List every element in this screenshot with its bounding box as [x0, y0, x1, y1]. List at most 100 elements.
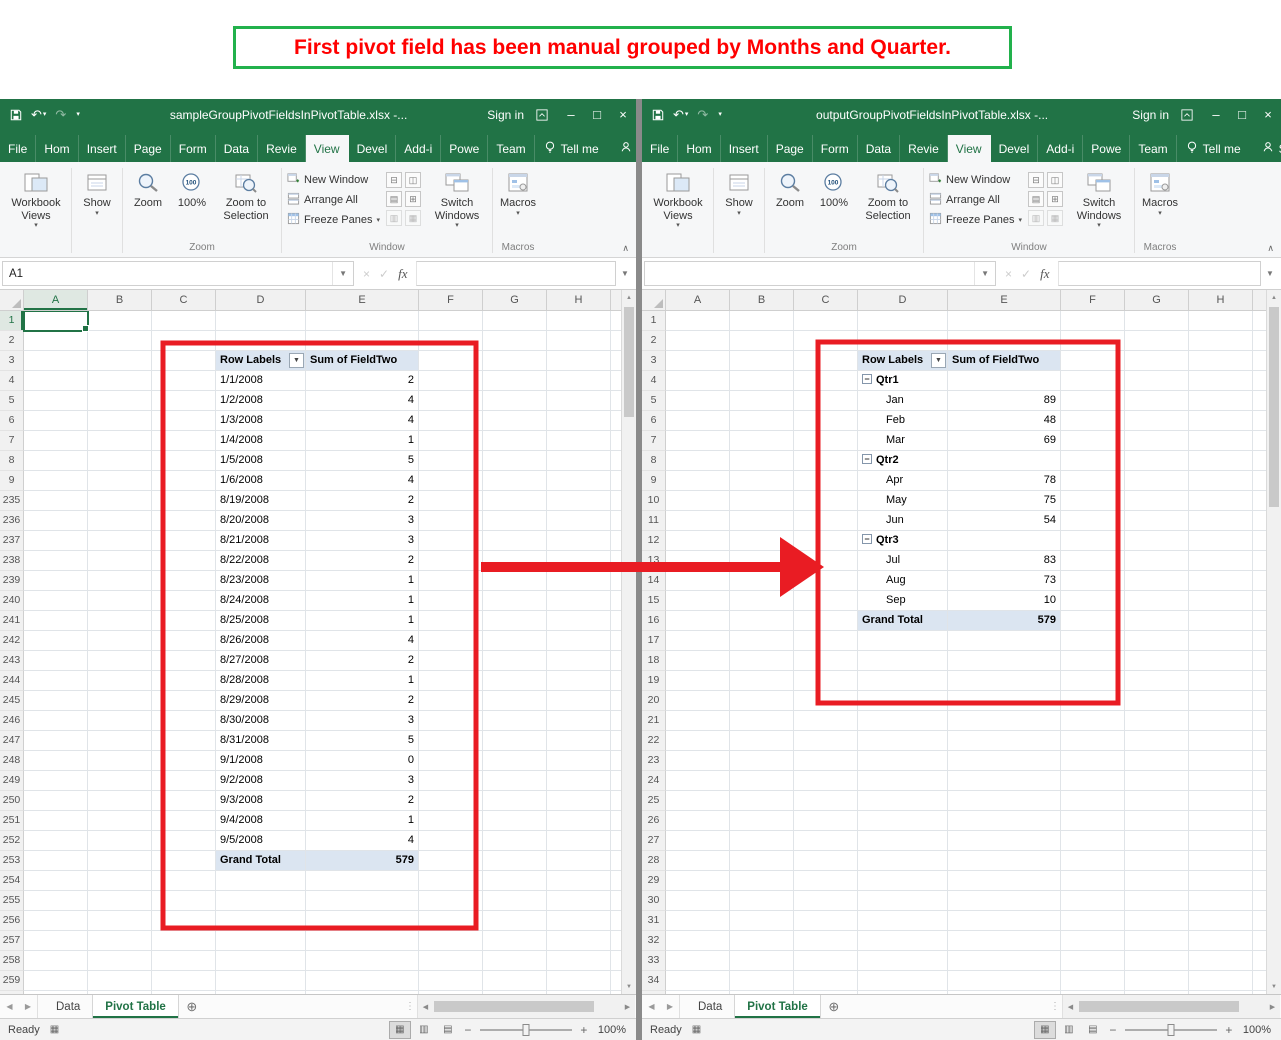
- cell-D25[interactable]: [858, 791, 948, 811]
- cell-A14[interactable]: [666, 571, 730, 591]
- cell-C33[interactable]: [794, 951, 858, 971]
- cell-C255[interactable]: [152, 891, 216, 911]
- cell-E239[interactable]: 1: [306, 571, 419, 591]
- tell-me-box[interactable]: Tell me: [535, 135, 608, 162]
- cell-C248[interactable]: [152, 751, 216, 771]
- cell-B7[interactable]: [730, 431, 794, 451]
- cell-H31[interactable]: [1189, 911, 1253, 931]
- maximize-button[interactable]: □: [1229, 107, 1255, 122]
- cell-B251[interactable]: [88, 811, 152, 831]
- switch-windows-button[interactable]: Switch Windows▾: [425, 166, 489, 241]
- cell-F237[interactable]: [419, 531, 483, 551]
- cell-F260[interactable]: [419, 991, 483, 994]
- cell-E35[interactable]: [948, 991, 1061, 994]
- cell-B4[interactable]: [730, 371, 794, 391]
- new-sheet-button[interactable]: ⊕: [821, 995, 847, 1018]
- page-break-view-icon[interactable]: ▤: [1082, 1021, 1104, 1039]
- row-header-26[interactable]: 26: [642, 811, 666, 831]
- cell-H2[interactable]: [1189, 331, 1253, 351]
- cell-A244[interactable]: [24, 671, 88, 691]
- cell-D24[interactable]: [858, 771, 948, 791]
- cell-G20[interactable]: [1125, 691, 1189, 711]
- zoom-to-selection-button[interactable]: Zoom to Selection: [214, 166, 278, 241]
- cell-G5[interactable]: [1125, 391, 1189, 411]
- cell-F16[interactable]: [1061, 611, 1125, 631]
- cell-E24[interactable]: [948, 771, 1061, 791]
- cell-D7[interactable]: 1/4/2008: [216, 431, 306, 451]
- cell-B27[interactable]: [730, 831, 794, 851]
- sheet-tab-data[interactable]: Data: [686, 995, 735, 1018]
- cell-F4[interactable]: [419, 371, 483, 391]
- cell-F2[interactable]: [1061, 331, 1125, 351]
- column-header-G[interactable]: G: [483, 290, 547, 311]
- row-header-2[interactable]: 2: [642, 331, 666, 351]
- cell-B25[interactable]: [730, 791, 794, 811]
- save-icon[interactable]: [652, 109, 664, 121]
- scroll-down-icon[interactable]: ▼: [1267, 979, 1281, 994]
- cell-B256[interactable]: [88, 911, 152, 931]
- normal-view-icon[interactable]: ▦: [1034, 1021, 1056, 1039]
- cell-F236[interactable]: [419, 511, 483, 531]
- insert-function-icon[interactable]: fx: [398, 266, 407, 282]
- sheet-nav-right-icon[interactable]: ▶: [19, 995, 38, 1018]
- cell-A20[interactable]: [666, 691, 730, 711]
- unhide-icon[interactable]: ▥: [386, 210, 402, 226]
- cell-H254[interactable]: [547, 871, 611, 891]
- cell-G9[interactable]: [483, 471, 547, 491]
- cell-B4[interactable]: [88, 371, 152, 391]
- cell-H251[interactable]: [547, 811, 611, 831]
- cell-E3[interactable]: Sum of FieldTwo: [948, 351, 1061, 371]
- cell-G255[interactable]: [483, 891, 547, 911]
- cell-C244[interactable]: [152, 671, 216, 691]
- cell-E238[interactable]: 2: [306, 551, 419, 571]
- close-button[interactable]: ×: [1255, 107, 1281, 122]
- cell-F7[interactable]: [419, 431, 483, 451]
- column-header-E[interactable]: E: [948, 290, 1061, 311]
- cell-G4[interactable]: [1125, 371, 1189, 391]
- cell-A260[interactable]: [24, 991, 88, 994]
- cell-C237[interactable]: [152, 531, 216, 551]
- cell-E259[interactable]: [306, 971, 419, 991]
- cell-A1[interactable]: [666, 311, 730, 331]
- cell-H14[interactable]: [1189, 571, 1253, 591]
- row-header-17[interactable]: 17: [642, 631, 666, 651]
- cell-A16[interactable]: [666, 611, 730, 631]
- cell-D8[interactable]: 1/5/2008: [216, 451, 306, 471]
- cell-D245[interactable]: 8/29/2008: [216, 691, 306, 711]
- cell-A26[interactable]: [666, 811, 730, 831]
- reset-window-position-icon[interactable]: ▦: [1047, 210, 1063, 226]
- cell-A21[interactable]: [666, 711, 730, 731]
- cell-G236[interactable]: [483, 511, 547, 531]
- cell-A257[interactable]: [24, 931, 88, 951]
- ribbon-tab-revie[interactable]: Revie: [900, 135, 948, 162]
- cell-B33[interactable]: [730, 951, 794, 971]
- row-header-257[interactable]: 257: [0, 931, 24, 951]
- cell-D6[interactable]: Feb: [858, 411, 948, 431]
- cell-C9[interactable]: [152, 471, 216, 491]
- cell-D239[interactable]: 8/23/2008: [216, 571, 306, 591]
- ribbon-tab-powe[interactable]: Powe: [1083, 135, 1130, 162]
- cell-F240[interactable]: [419, 591, 483, 611]
- cell-H35[interactable]: [1189, 991, 1253, 994]
- cell-H18[interactable]: [1189, 651, 1253, 671]
- cell-G17[interactable]: [1125, 631, 1189, 651]
- cell-B21[interactable]: [730, 711, 794, 731]
- cell-C11[interactable]: [794, 511, 858, 531]
- cell-C23[interactable]: [794, 751, 858, 771]
- row-header-14[interactable]: 14: [642, 571, 666, 591]
- cell-B1[interactable]: [730, 311, 794, 331]
- cell-F9[interactable]: [419, 471, 483, 491]
- redo-icon[interactable]: ↷: [55, 108, 66, 121]
- cell-C31[interactable]: [794, 911, 858, 931]
- cell-E30[interactable]: [948, 891, 1061, 911]
- cell-F249[interactable]: [419, 771, 483, 791]
- cell-B250[interactable]: [88, 791, 152, 811]
- vertical-scrollbar[interactable]: ▲ ▼: [621, 290, 636, 994]
- ribbon-tab-devel[interactable]: Devel: [991, 135, 1039, 162]
- row-header-248[interactable]: 248: [0, 751, 24, 771]
- cell-H5[interactable]: [1189, 391, 1253, 411]
- cell-D32[interactable]: [858, 931, 948, 951]
- cell-D29[interactable]: [858, 871, 948, 891]
- cell-C257[interactable]: [152, 931, 216, 951]
- cell-F25[interactable]: [1061, 791, 1125, 811]
